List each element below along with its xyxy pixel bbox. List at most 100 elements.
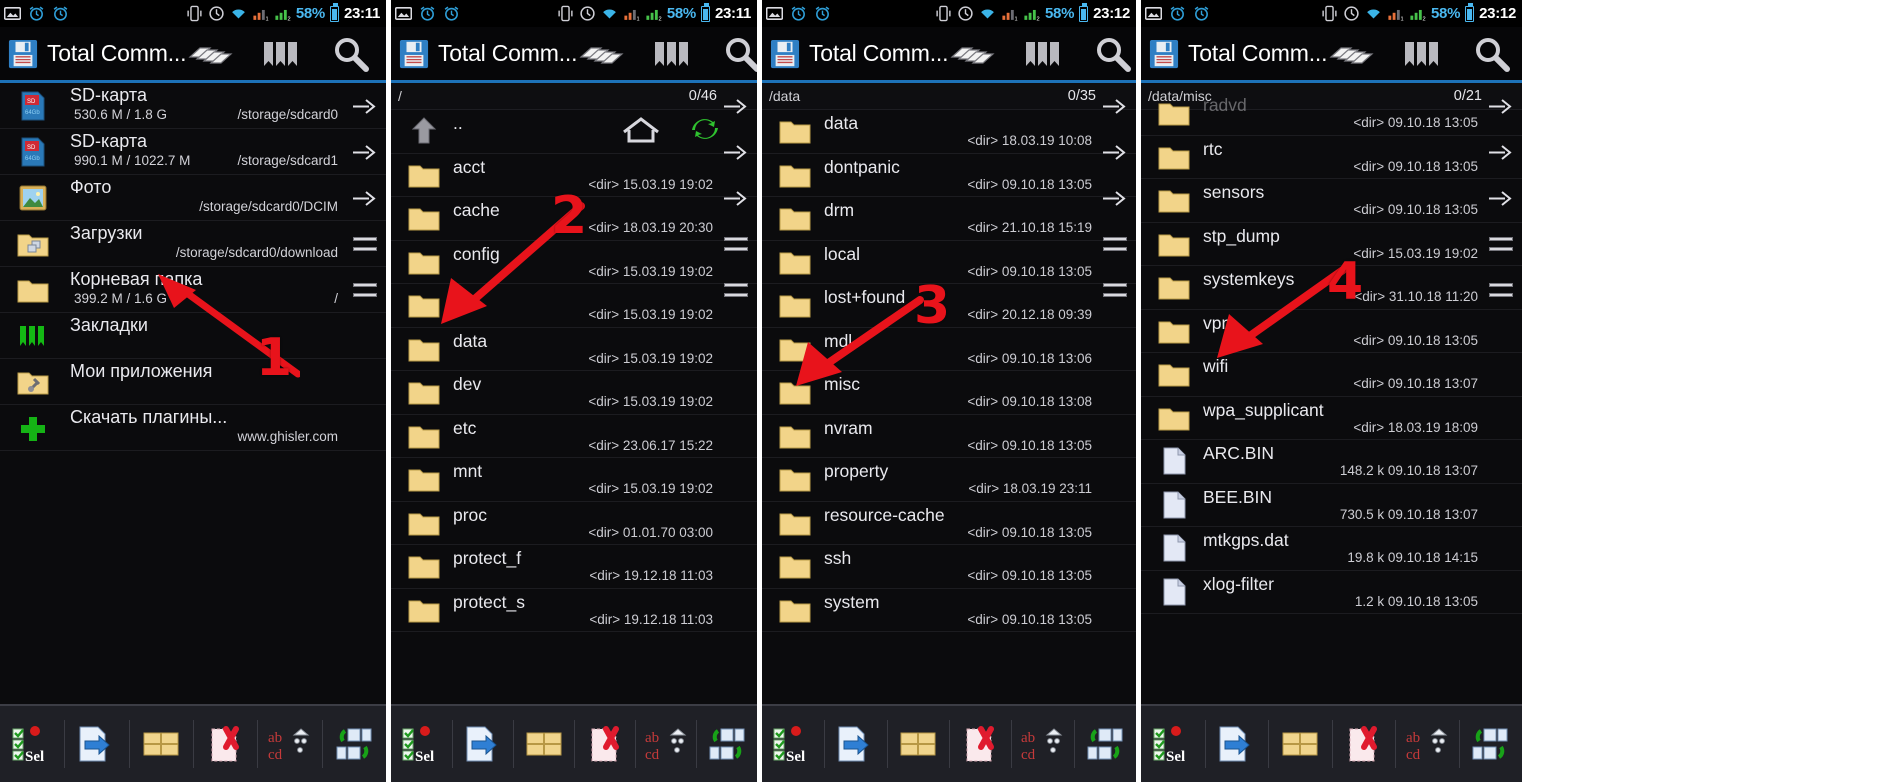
refresh-swap-button[interactable] xyxy=(696,706,757,782)
home-button[interactable] xyxy=(621,116,661,149)
delete-button[interactable] xyxy=(1331,706,1396,782)
bookmarks-icon[interactable] xyxy=(1401,37,1445,71)
item-meta: <dir> 23.06.17 15:22 xyxy=(588,437,713,453)
rail-arrow-3[interactable] xyxy=(344,175,386,221)
new-folder-button[interactable] xyxy=(886,706,949,782)
list-item[interactable]: d <dir> 15.03.19 19:02 xyxy=(391,284,757,328)
rail-bars-2[interactable] xyxy=(1480,267,1522,313)
list-item[interactable]: Скачать плагины... www.ghisler.com xyxy=(0,405,386,451)
refresh-swap-button[interactable] xyxy=(1458,706,1523,782)
list-item[interactable]: protect_s <dir> 19.12.18 11:03 xyxy=(391,589,757,632)
delete-button[interactable] xyxy=(948,706,1011,782)
list-item[interactable]: radvd <dir> 09.10.18 13:05 xyxy=(1141,92,1522,136)
list-item[interactable]: rtc <dir> 09.10.18 13:05 xyxy=(1141,136,1522,179)
rail-bars-1[interactable] xyxy=(344,221,386,267)
list-item-parent[interactable]: .. xyxy=(391,110,757,154)
list-item[interactable]: xlog-filter 1.2 k 09.10.18 13:05 xyxy=(1141,571,1522,614)
list-item[interactable]: misc <dir> 09.10.18 13:08 xyxy=(762,371,1136,415)
rail-arrow-1[interactable] xyxy=(344,83,386,129)
rail-arrow-3[interactable] xyxy=(715,175,757,221)
rail-bars-2[interactable] xyxy=(715,267,757,313)
list-item[interactable]: vpn <dir> 09.10.18 13:05 xyxy=(1141,310,1522,353)
select-button[interactable]: Sel xyxy=(762,706,824,782)
copy-move-button[interactable] xyxy=(452,706,513,782)
list-item[interactable]: Фото /storage/sdcard0/DCIM xyxy=(0,175,386,221)
list-item[interactable]: resource-cache <dir> 09.10.18 13:05 xyxy=(762,502,1136,545)
list-item[interactable]: config <dir> 15.03.19 19:02 xyxy=(391,241,757,284)
rail-arrow-3[interactable] xyxy=(1094,175,1136,221)
select-button[interactable]: Sel xyxy=(391,706,452,782)
rename-button[interactable]: ab cd xyxy=(1011,706,1073,782)
rail-arrow-2[interactable] xyxy=(1094,129,1136,175)
rail-bars-2[interactable] xyxy=(1094,267,1136,313)
cards-icon[interactable] xyxy=(577,37,625,71)
list-item[interactable]: system <dir> 09.10.18 13:05 xyxy=(762,589,1136,632)
rail-arrow-2[interactable] xyxy=(1480,129,1522,175)
new-folder-button[interactable] xyxy=(1268,706,1332,782)
rename-button[interactable]: ab cd xyxy=(1395,706,1459,782)
list-item[interactable]: wifi <dir> 09.10.18 13:07 xyxy=(1141,353,1522,397)
list-item[interactable]: data <dir> 15.03.19 19:02 xyxy=(391,328,757,371)
rail-bars-1[interactable] xyxy=(1094,221,1136,267)
delete-button[interactable] xyxy=(192,706,257,782)
search-icon[interactable] xyxy=(721,35,757,73)
rail-arrow-2[interactable] xyxy=(715,129,757,175)
path-bar[interactable]: / 0/46 xyxy=(391,83,757,110)
list-item[interactable]: nvram <dir> 09.10.18 13:05 xyxy=(762,415,1136,458)
rail-arrow-2[interactable] xyxy=(344,129,386,175)
copy-move-button[interactable] xyxy=(824,706,886,782)
rename-button[interactable]: ab cd xyxy=(257,706,321,782)
rail-bars-2[interactable] xyxy=(344,267,386,313)
new-folder-button[interactable] xyxy=(513,706,574,782)
rail-arrow-1[interactable] xyxy=(715,83,757,129)
cards-icon[interactable] xyxy=(948,37,996,71)
search-icon[interactable] xyxy=(1471,35,1513,73)
list-item[interactable]: Загрузки /storage/sdcard0/download xyxy=(0,221,386,267)
cards-icon[interactable] xyxy=(186,37,234,71)
signal1-icon: 1 xyxy=(1388,9,1404,22)
list-item[interactable]: sensors <dir> 09.10.18 13:05 xyxy=(1141,179,1522,223)
list-item[interactable]: Мои приложения xyxy=(0,359,386,405)
list-item[interactable]: wpa_supplicant <dir> 18.03.19 18:09 xyxy=(1141,397,1522,440)
list-item[interactable]: property <dir> 18.03.19 23:11 xyxy=(762,458,1136,502)
list-item[interactable]: protect_f <dir> 19.12.18 11:03 xyxy=(391,545,757,589)
rail-arrow-1[interactable] xyxy=(1480,83,1522,129)
item-name: mtkgps.dat xyxy=(1203,530,1289,550)
list-item[interactable]: SD 64Gb SD-карта 530.6 M / 1.8 G /storage… xyxy=(0,83,386,129)
list-item[interactable]: dontpanic <dir> 09.10.18 13:05 xyxy=(762,154,1136,197)
list-item[interactable]: BEE.BIN 730.5 k 09.10.18 13:07 xyxy=(1141,484,1522,527)
new-folder-button[interactable] xyxy=(128,706,193,782)
select-button[interactable]: Sel xyxy=(1141,706,1205,782)
list-item[interactable]: data <dir> 18.03.19 10:08 xyxy=(762,110,1136,154)
refresh-swap-button[interactable] xyxy=(1073,706,1136,782)
rail-arrow-3[interactable] xyxy=(1480,175,1522,221)
list-item[interactable]: Корневая папка 399.2 M / 1.6 G / xyxy=(0,267,386,313)
bookmarks-icon[interactable] xyxy=(1022,37,1066,71)
select-button[interactable]: Sel xyxy=(0,706,64,782)
copy-move-button[interactable] xyxy=(64,706,128,782)
list-item[interactable]: ssh <dir> 09.10.18 13:05 xyxy=(762,545,1136,589)
refresh-swap-button[interactable] xyxy=(321,706,386,782)
bookmarks-icon[interactable] xyxy=(260,37,304,71)
path-bar[interactable]: /data 0/35 xyxy=(762,83,1136,110)
list-item[interactable]: mnt <dir> 15.03.19 19:02 xyxy=(391,458,757,502)
delete-button[interactable] xyxy=(574,706,635,782)
copy-move-button[interactable] xyxy=(1204,706,1269,782)
list-item[interactable]: Закладки xyxy=(0,313,386,359)
rail-arrow-1[interactable] xyxy=(1094,83,1136,129)
rename-button[interactable]: ab cd xyxy=(635,706,696,782)
list-item[interactable]: SD 64Gb SD-карта 990.1 M / 1022.7 M /stor… xyxy=(0,129,386,175)
list-item[interactable]: proc <dir> 01.01.70 03:00 xyxy=(391,502,757,545)
list-item[interactable]: etc <dir> 23.06.17 15:22 xyxy=(391,415,757,458)
search-icon[interactable] xyxy=(1092,35,1134,73)
list-item[interactable]: ARC.BIN 148.2 k 09.10.18 13:07 xyxy=(1141,440,1522,484)
list-item[interactable]: drm <dir> 21.10.18 15:19 xyxy=(762,197,1136,241)
list-item[interactable]: mtkgps.dat 19.8 k 09.10.18 14:15 xyxy=(1141,527,1522,571)
item-name: wifi xyxy=(1203,356,1229,376)
rail-bars-1[interactable] xyxy=(715,221,757,267)
bookmarks-icon[interactable] xyxy=(651,37,695,71)
cards-icon[interactable] xyxy=(1327,37,1375,71)
search-icon[interactable] xyxy=(330,35,372,73)
rail-bars-1[interactable] xyxy=(1480,221,1522,267)
list-item[interactable]: dev <dir> 15.03.19 19:02 xyxy=(391,371,757,415)
